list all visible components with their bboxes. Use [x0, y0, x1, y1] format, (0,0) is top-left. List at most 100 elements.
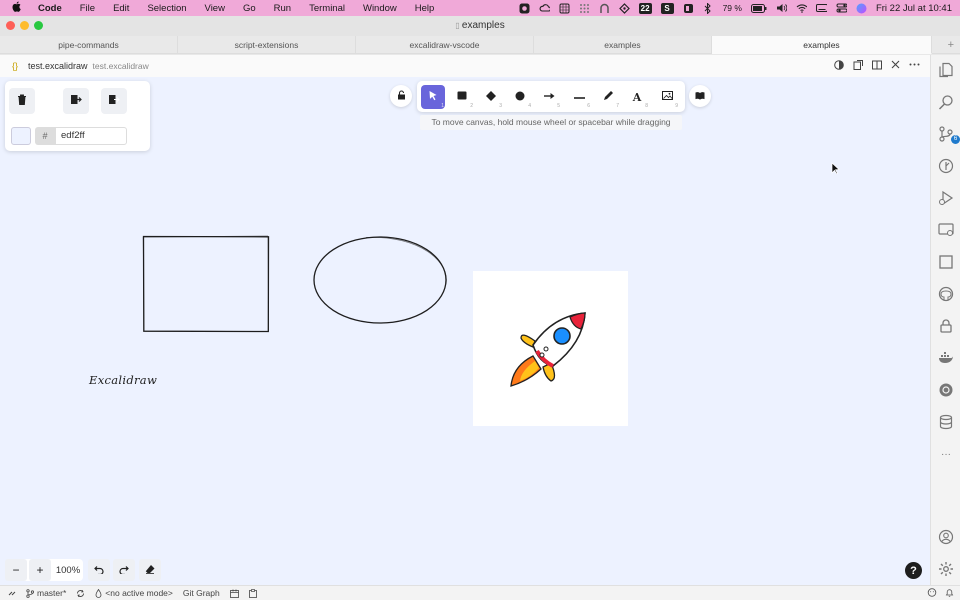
book-icon	[695, 91, 705, 102]
tab-excalidraw-vscode[interactable]: excalidraw-vscode	[356, 36, 534, 54]
menu-edit[interactable]: Edit	[113, 3, 129, 14]
library-button[interactable]	[689, 85, 711, 107]
git-graph-status[interactable]: Git Graph	[183, 588, 220, 598]
tool-draw[interactable]: 7	[596, 85, 620, 109]
settings-gear-icon[interactable]	[937, 560, 955, 578]
remote-explorer-icon[interactable]	[937, 221, 955, 239]
tool-text[interactable]: A 8	[625, 85, 649, 110]
more-actions-icon[interactable]	[909, 60, 920, 72]
tool-lock-button[interactable]	[390, 85, 412, 107]
menu-go[interactable]: Go	[243, 3, 256, 14]
menu-help[interactable]: Help	[415, 3, 435, 14]
s-app-icon[interactable]: S	[660, 2, 674, 14]
tool-key-1: 1	[441, 103, 444, 109]
open-file-icon[interactable]	[853, 59, 863, 73]
account-icon[interactable]	[937, 528, 955, 546]
lock-panel-icon[interactable]	[937, 317, 955, 335]
siri-icon[interactable]	[856, 3, 867, 14]
menu-window[interactable]: Window	[363, 3, 397, 14]
bluetooth-icon[interactable]	[703, 2, 714, 14]
help-button[interactable]: ?	[905, 562, 922, 579]
dots-grid-icon[interactable]	[579, 3, 590, 14]
zoom-in-button[interactable]: +	[29, 559, 51, 581]
docker-icon[interactable]	[937, 349, 955, 367]
search-icon[interactable]	[937, 93, 955, 111]
explorer-icon[interactable]	[937, 61, 955, 79]
eraser-button[interactable]	[139, 559, 161, 581]
calendar-badge-icon[interactable]: 22	[638, 2, 652, 14]
battery-icon[interactable]	[750, 3, 767, 14]
menu-terminal[interactable]: Terminal	[309, 3, 345, 14]
excalidraw-canvas[interactable]: # edf2ff 1 2 3 4 5 6 7 A 8 9 To move can…	[0, 77, 930, 585]
grid-icon[interactable]	[559, 3, 570, 14]
branch-name: master*	[37, 588, 67, 598]
rocket-image-element[interactable]	[473, 271, 628, 426]
tab-examples[interactable]: examples	[534, 36, 712, 54]
menu-view[interactable]: View	[205, 3, 225, 14]
sync-icon[interactable]	[76, 589, 85, 598]
branch-indicator[interactable]: master*	[26, 588, 66, 598]
zoom-out-button[interactable]: −	[5, 559, 27, 581]
menu-file[interactable]: File	[80, 3, 95, 14]
clipboard-status-icon[interactable]	[248, 588, 257, 598]
editor-tab-description: test.excalidraw	[92, 61, 149, 71]
undo-button[interactable]	[88, 559, 110, 581]
maximize-window-button[interactable]	[34, 21, 43, 30]
record-icon[interactable]	[519, 3, 530, 14]
menu-selection[interactable]: Selection	[147, 3, 186, 14]
save-as-icon	[108, 94, 120, 108]
wifi-icon[interactable]	[796, 3, 807, 14]
tool-line[interactable]: 6	[567, 85, 591, 109]
redo-button[interactable]	[113, 559, 135, 581]
tool-arrow[interactable]: 5	[537, 85, 561, 109]
minimize-window-button[interactable]	[20, 21, 29, 30]
remote-indicator-icon[interactable]	[8, 589, 16, 597]
split-editor-icon[interactable]	[872, 60, 882, 73]
kubernetes-icon[interactable]	[937, 381, 955, 399]
apple-icon[interactable]	[12, 1, 26, 15]
notifications-bell-icon[interactable]	[945, 588, 954, 599]
tab-examples-active[interactable]: examples	[712, 36, 932, 54]
window-app-icon[interactable]	[683, 3, 694, 14]
tool-selection[interactable]: 1	[421, 85, 445, 109]
mode-indicator[interactable]: <no active mode>	[95, 588, 173, 598]
database-icon[interactable]	[937, 413, 955, 431]
more-views-icon[interactable]: ···	[937, 445, 955, 463]
tab-pipe-commands[interactable]: pipe-commands	[0, 36, 178, 54]
calendar-status-icon[interactable]	[229, 589, 239, 598]
tool-image[interactable]: 9	[655, 85, 679, 109]
volume-icon[interactable]	[776, 3, 787, 14]
arch-icon[interactable]	[599, 3, 610, 14]
canvas-text-element[interactable]: Excalidraw	[89, 373, 157, 387]
source-control-icon[interactable]: 6	[937, 125, 960, 144]
editor-tab-file-name[interactable]: test.excalidraw	[28, 61, 88, 71]
tool-key-6: 6	[587, 103, 590, 109]
menu-clock[interactable]: Fri 22 Jul at 10:41	[876, 3, 952, 14]
export-button[interactable]	[63, 88, 89, 114]
close-editor-icon[interactable]	[891, 60, 900, 72]
tab-script-extensions[interactable]: script-extensions	[178, 36, 356, 54]
diamond-app-icon[interactable]	[618, 2, 630, 14]
background-color-swatch[interactable]	[11, 127, 31, 145]
zoom-level[interactable]: 100%	[53, 565, 83, 576]
git-graph-icon[interactable]	[937, 157, 955, 175]
background-hex-input[interactable]: edf2ff	[55, 127, 127, 145]
close-window-button[interactable]	[6, 21, 15, 30]
extension-square-icon[interactable]	[937, 253, 955, 271]
theme-toggle-icon[interactable]	[834, 59, 844, 73]
run-debug-icon[interactable]	[937, 189, 955, 207]
properties-panel: # edf2ff	[5, 81, 150, 151]
new-tab-button[interactable]: +	[948, 36, 954, 54]
feedback-icon[interactable]	[927, 588, 937, 599]
menu-run[interactable]: Run	[274, 3, 291, 14]
control-center-icon[interactable]	[836, 3, 847, 14]
github-icon[interactable]	[937, 285, 955, 303]
keyboard-icon[interactable]	[815, 3, 827, 14]
cloud-icon[interactable]	[539, 3, 550, 14]
menu-app-code[interactable]: Code	[38, 3, 62, 14]
save-as-button[interactable]	[101, 88, 127, 114]
delete-button[interactable]	[9, 88, 35, 114]
tool-rectangle[interactable]: 2	[450, 85, 474, 109]
tool-diamond[interactable]: 3	[479, 85, 503, 109]
tool-ellipse[interactable]: 4	[508, 85, 532, 109]
